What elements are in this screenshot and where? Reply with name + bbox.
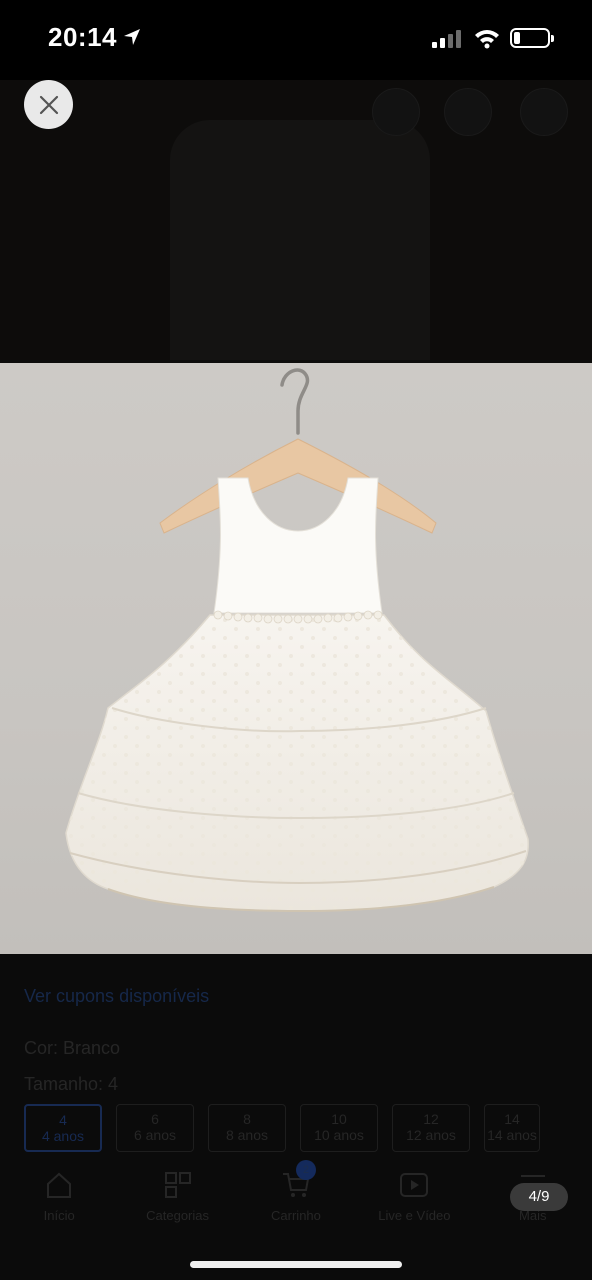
size-chip: 10 10 anos — [300, 1104, 378, 1152]
grid-icon — [164, 1172, 191, 1198]
bottom-tab-bar: Início Categorias Carrinho Live e Vídeo … — [0, 1170, 592, 1240]
cellular-signal-icon — [432, 30, 461, 48]
cart-badge: 2 — [296, 1160, 316, 1180]
image-counter: 4/9 — [510, 1183, 568, 1211]
dimmed-search-icon — [372, 88, 420, 136]
tab-live-video: Live e Vídeo — [359, 1170, 469, 1240]
close-icon — [39, 95, 58, 114]
product-photo[interactable] — [0, 363, 592, 954]
dimmed-share-icon — [520, 88, 568, 136]
battery-icon — [510, 28, 554, 48]
status-time: 20:14 — [48, 22, 117, 52]
tab-inicio: Início — [4, 1170, 114, 1240]
dimmed-whatsapp-icon — [444, 88, 492, 136]
size-chip: 14 14 anos — [484, 1104, 540, 1152]
dimmed-product-image — [170, 120, 430, 360]
location-arrow-icon — [124, 29, 140, 45]
close-button[interactable] — [24, 80, 73, 129]
size-chip: 66 anos — [116, 1104, 194, 1152]
size-label: Tamanho: 4 — [24, 1074, 119, 1094]
home-indicator[interactable] — [190, 1261, 402, 1268]
size-chip: 88 anos — [208, 1104, 286, 1152]
home-icon — [47, 1172, 72, 1198]
size-chip: 44 anos — [24, 1104, 102, 1152]
white-tulle-dress-image — [65, 368, 529, 913]
size-options: 44 anos 66 anos 88 anos 10 10 anos 12 12 a… — [24, 1104, 540, 1152]
tab-categorias: Categorias — [123, 1170, 233, 1240]
tab-carrinho: Carrinho — [241, 1170, 351, 1240]
dimmed-product-header — [0, 80, 592, 363]
status-bar: 20:14 — [0, 0, 592, 80]
size-chip: 12 12 anos — [392, 1104, 470, 1152]
coupons-link: Ver cupons disponíveis — [24, 986, 210, 1006]
color-label: Cor: Branco — [24, 1038, 121, 1058]
wifi-icon — [475, 30, 499, 49]
play-icon — [400, 1173, 429, 1197]
